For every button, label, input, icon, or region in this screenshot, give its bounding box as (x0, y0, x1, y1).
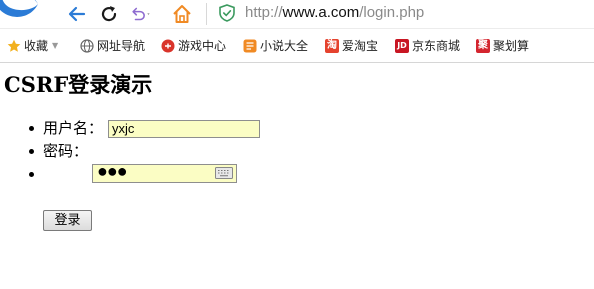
url-scheme: http:// (245, 4, 283, 21)
bookmarks-bar: 收藏 ▼ 网址导航 游戏中心 小说大全 淘 爱淘宝 JD 京东商城 聚 聚划算 (0, 28, 594, 63)
list-bullet (29, 149, 34, 154)
shield-icon[interactable] (219, 4, 235, 22)
password-mask: ●●● (97, 164, 128, 181)
taobao-icon: 淘 (325, 38, 339, 53)
bookmark-web-nav[interactable]: 网址导航 (80, 29, 145, 62)
bookmark-label: 聚划算 (493, 39, 530, 53)
bookmark-label: 京东商城 (412, 39, 461, 53)
reload-icon[interactable] (98, 3, 120, 25)
game-icon (161, 39, 175, 52)
bookmark-label: 游戏中心 (178, 39, 227, 53)
globe-icon (80, 38, 94, 53)
url-host: www.a.com (282, 4, 360, 21)
juhuasuan-icon: 聚 (476, 38, 490, 53)
undo-close-tab-icon[interactable] (130, 3, 152, 25)
back-arrow-icon[interactable] (66, 3, 88, 25)
bookmark-label: 小说大全 (260, 39, 309, 53)
toolbar-divider (206, 3, 207, 25)
login-button[interactable]: 登录 (43, 210, 92, 231)
list-bullet (29, 126, 34, 131)
browser-logo-icon (0, 0, 38, 17)
password-label: 密码： (43, 142, 89, 160)
username-label: 用户名： (43, 119, 104, 137)
browser-toolbar: http://www.a.com/login.php (0, 0, 594, 28)
bookmark-favorites[interactable]: 收藏 ▼ (7, 29, 58, 62)
bookmark-jd[interactable]: JD 京东商城 (395, 29, 460, 62)
bookmark-taobao[interactable]: 淘 爱淘宝 (325, 29, 378, 62)
bookmark-juhuasuan[interactable]: 聚 聚划算 (476, 29, 529, 62)
password-input[interactable]: ●●● (92, 164, 237, 183)
bookmark-label: 爱淘宝 (342, 39, 379, 53)
home-icon[interactable] (171, 3, 193, 25)
bookmark-novels[interactable]: 小说大全 (243, 29, 308, 62)
dropdown-arrow-icon: ▼ (52, 41, 59, 50)
page-title: CSRF登录演示 (4, 72, 153, 97)
bookmark-label: 收藏 (24, 39, 49, 53)
keyboard-icon[interactable] (215, 167, 233, 179)
list-bullet (29, 172, 34, 177)
jd-icon: JD (395, 38, 409, 53)
book-icon (243, 39, 257, 52)
bookmark-game-center[interactable]: 游戏中心 (161, 29, 226, 62)
url-path: /login.php (359, 4, 425, 21)
star-icon (7, 39, 21, 52)
username-input[interactable]: yxjc (108, 120, 260, 138)
address-bar[interactable]: http://www.a.com/login.php (245, 3, 424, 23)
bookmark-label: 网址导航 (97, 39, 146, 53)
